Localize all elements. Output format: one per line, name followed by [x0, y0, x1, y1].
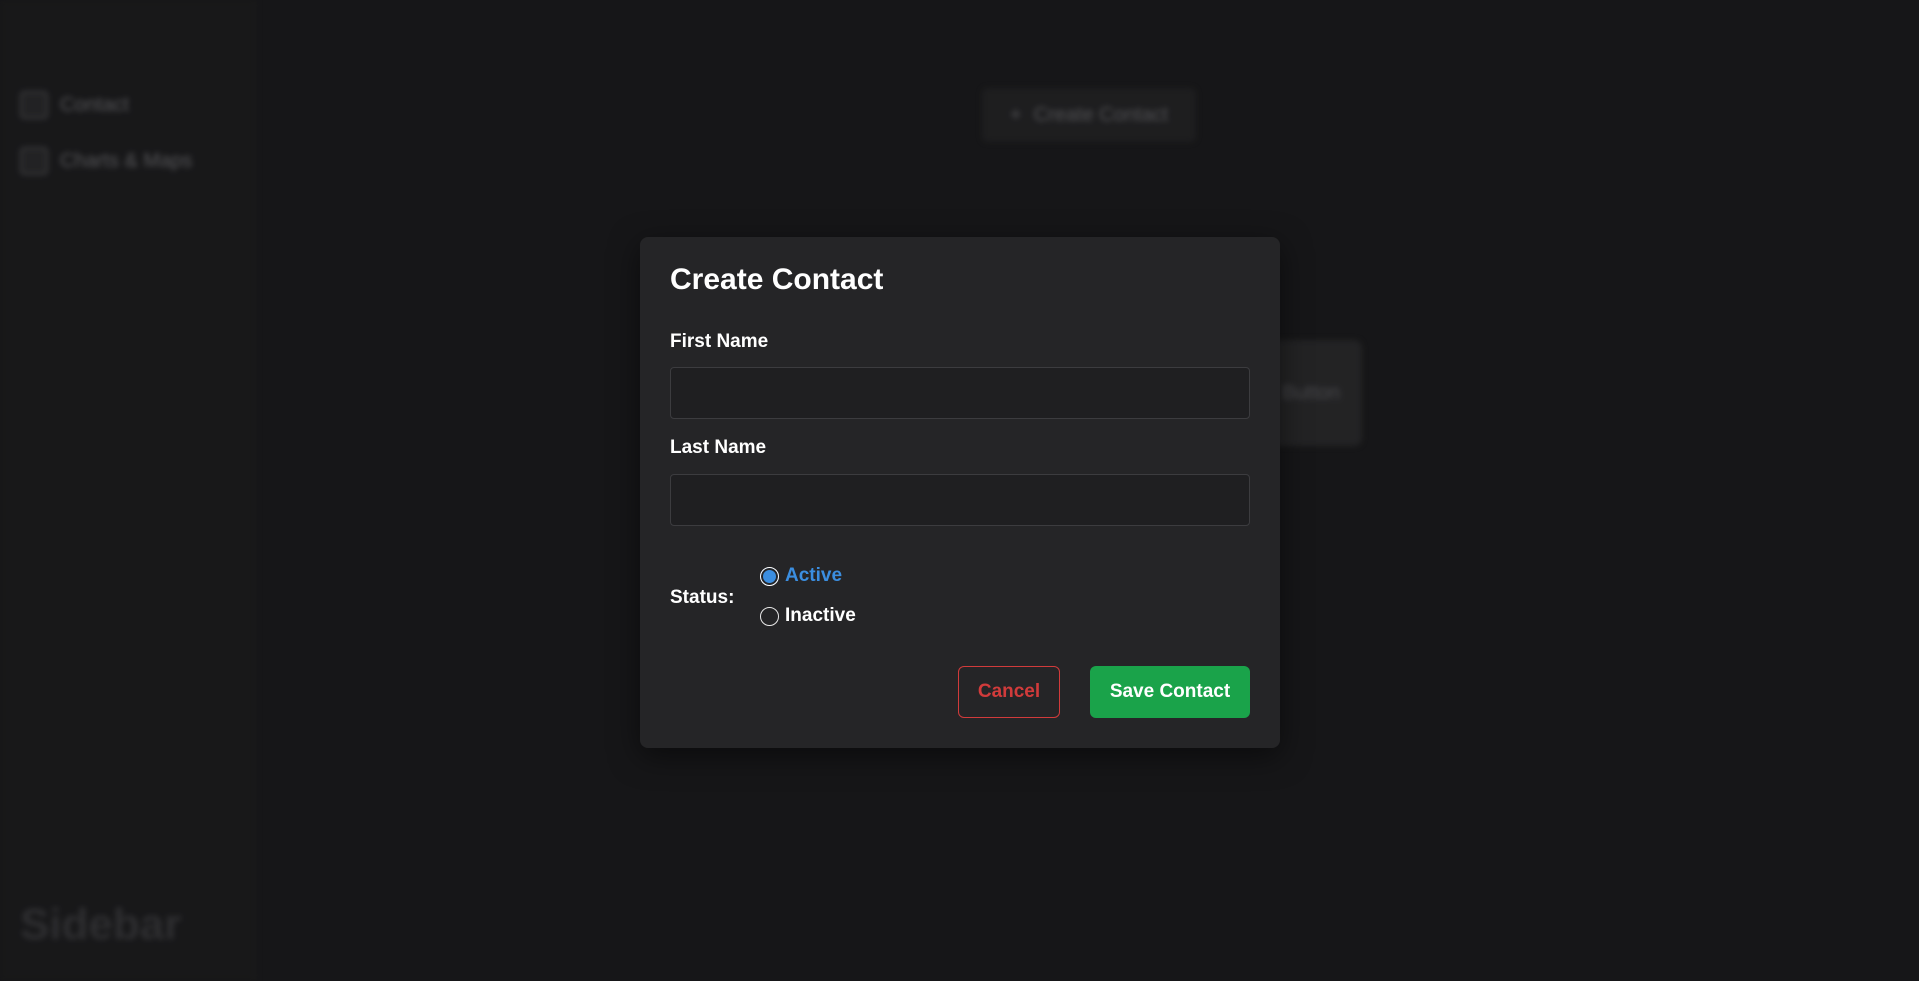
create-contact-dialog: Create Contact First Name Last Name Stat…	[640, 237, 1280, 748]
radio-label-inactive: Inactive	[785, 605, 856, 626]
status-radio-active[interactable]: Active	[760, 565, 842, 587]
radio-unselected-icon[interactable]	[760, 606, 779, 626]
save-contact-button[interactable]: Save Contact	[1090, 666, 1250, 718]
first-name-label: First Name	[670, 331, 769, 352]
last-name-input[interactable]	[670, 474, 1250, 526]
cancel-button[interactable]: Cancel	[958, 666, 1060, 718]
first-name-input[interactable]	[670, 367, 1250, 419]
radio-label-active: Active	[785, 565, 843, 586]
status-radio-inactive[interactable]: Inactive	[760, 605, 856, 627]
radio-selected-icon[interactable]	[760, 566, 779, 586]
status-label: Status:	[670, 587, 735, 608]
last-name-label: Last Name	[670, 437, 767, 458]
dialog-title: Create Contact	[670, 263, 884, 296]
